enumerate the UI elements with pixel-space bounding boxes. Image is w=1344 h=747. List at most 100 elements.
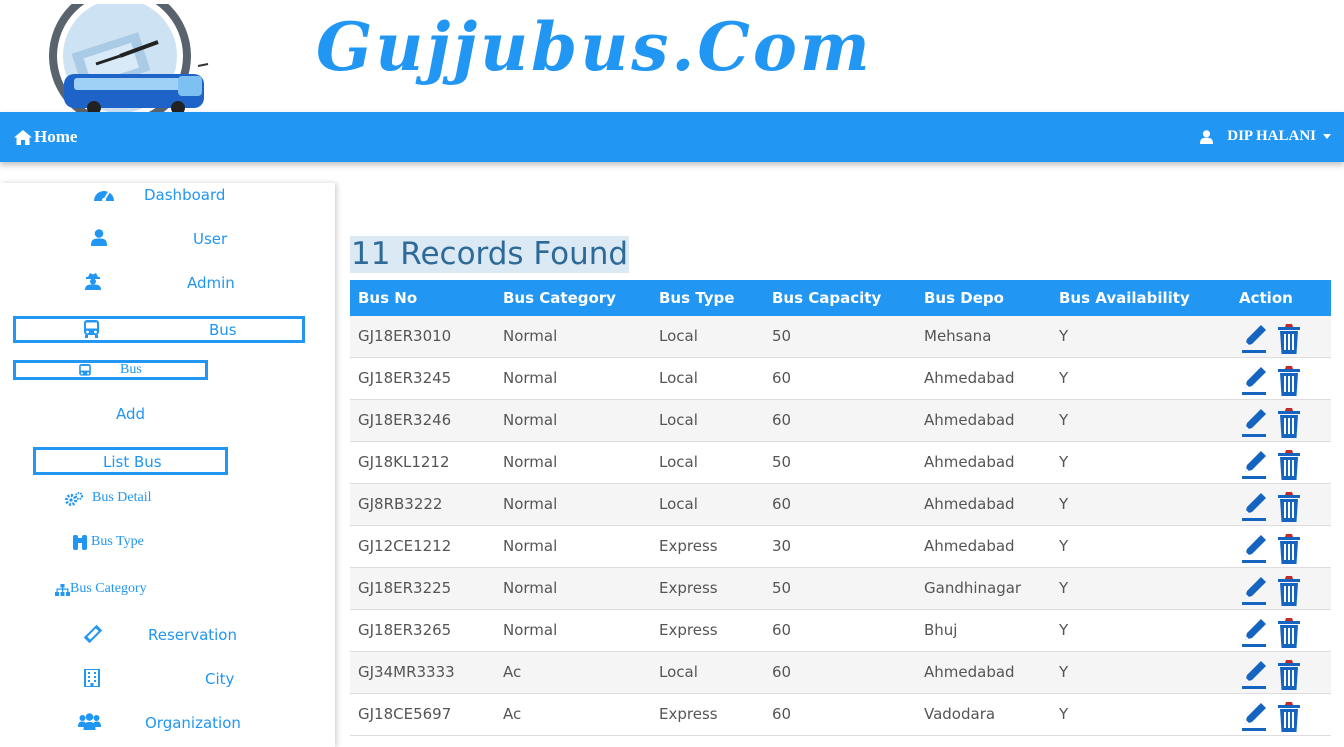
cell-bus-type: Express xyxy=(659,537,718,555)
cell-bus-category: Normal xyxy=(503,579,558,597)
table-row: GJ34MR3333 Ac Local 60 Ahmedabad Y xyxy=(350,652,1331,694)
edit-pencil-icon[interactable] xyxy=(1242,702,1268,732)
edit-pencil-icon[interactable] xyxy=(1242,618,1268,648)
ticket-icon xyxy=(83,625,103,643)
edit-pencil-icon[interactable] xyxy=(1242,408,1268,438)
delete-trash-icon[interactable] xyxy=(1277,618,1301,649)
delete-trash-icon[interactable] xyxy=(1277,324,1301,355)
sidebar-subitem-bus[interactable]: Bus xyxy=(13,360,208,380)
column-header: Bus Type xyxy=(659,289,735,307)
sidebar-item-bus-detail[interactable]: Bus Detail xyxy=(65,490,205,510)
delete-trash-icon[interactable] xyxy=(1277,450,1301,481)
cell-bus-category: Normal xyxy=(503,621,558,639)
edit-pencil-icon[interactable] xyxy=(1242,576,1268,606)
cell-bus-type: Local xyxy=(659,369,698,387)
cell-bus-no: GJ8RB3222 xyxy=(358,495,443,513)
sidebar-item-label: Organization xyxy=(145,714,241,732)
table-row: GJ18ER3225 Normal Express 50 Gandhinagar Y xyxy=(350,568,1331,610)
home-label: Home xyxy=(34,127,78,146)
table-row: GJ18ER3245 Normal Local 60 Ahmedabad Y xyxy=(350,358,1331,400)
cell-bus-depo: Gandhinagar xyxy=(924,579,1022,597)
table-row: GJ18ER3265 Normal Express 60 Bhuj Y xyxy=(350,610,1331,652)
cogs-icon xyxy=(65,492,83,506)
user-menu-dropdown[interactable]: DIP HALANI xyxy=(1200,128,1331,145)
sidebar-item-bus[interactable]: Bus xyxy=(13,316,305,343)
users-icon xyxy=(78,713,101,730)
row-actions xyxy=(1238,660,1304,690)
cell-bus-category: Normal xyxy=(503,537,558,555)
cell-bus-capacity: 60 xyxy=(772,369,792,387)
table-row: GJ18ER3246 Normal Local 60 Ahmedabad Y xyxy=(350,400,1331,442)
cell-bus-availability: Y xyxy=(1059,621,1069,639)
sidebar-item-label: Bus xyxy=(209,321,237,339)
column-header: Bus No xyxy=(358,289,418,307)
cell-bus-capacity: 60 xyxy=(772,705,792,723)
table-row: GJ18KL1212 Normal Local 50 Ahmedabad Y xyxy=(350,442,1331,484)
sidebar-item-reservation[interactable]: Reservation xyxy=(83,625,253,647)
sidebar-item-bus-category[interactable]: Bus Category xyxy=(55,581,205,601)
sidebar-item-city[interactable]: City xyxy=(84,669,244,691)
column-header: Bus Category xyxy=(503,289,616,307)
sidebar-item-label: Admin xyxy=(187,274,235,292)
sidebar-item-label: Bus Detail xyxy=(92,490,152,505)
site-brand-title: Gujjubus.Com xyxy=(316,8,873,86)
sidebar-item-user[interactable]: User xyxy=(91,229,251,251)
cell-bus-availability: Y xyxy=(1059,327,1069,345)
sidebar-item-label: Reservation xyxy=(148,626,237,644)
edit-pencil-icon[interactable] xyxy=(1242,324,1268,354)
delete-trash-icon[interactable] xyxy=(1277,576,1301,607)
records-found-heading: 11 Records Found xyxy=(350,236,630,273)
user-icon xyxy=(91,229,107,246)
sidebar-item-admin[interactable]: Admin xyxy=(85,273,255,295)
cell-bus-availability: Y xyxy=(1059,369,1069,387)
cell-bus-category: Normal xyxy=(503,369,558,387)
delete-trash-icon[interactable] xyxy=(1277,660,1301,691)
cell-bus-depo: Ahmedabad xyxy=(924,453,1015,471)
cell-bus-category: Normal xyxy=(503,453,558,471)
cell-bus-capacity: 50 xyxy=(772,453,792,471)
cell-bus-no: GJ18ER3246 xyxy=(358,411,452,429)
sitemap-icon xyxy=(55,584,70,596)
cell-bus-capacity: 60 xyxy=(772,495,792,513)
table-header: Bus No Bus Category Bus Type Bus Capacit… xyxy=(350,280,1331,316)
delete-trash-icon[interactable] xyxy=(1277,366,1301,397)
edit-pencil-icon[interactable] xyxy=(1242,534,1268,564)
cell-bus-category: Normal xyxy=(503,411,558,429)
cell-bus-availability: Y xyxy=(1059,663,1069,681)
bus-clock-logo xyxy=(38,0,213,127)
cell-bus-depo: Bhuj xyxy=(924,621,958,639)
bus-list-table: Bus No Bus Category Bus Type Bus Capacit… xyxy=(350,280,1331,736)
delete-trash-icon[interactable] xyxy=(1277,408,1301,439)
bus-icon xyxy=(79,364,91,376)
cell-bus-no: GJ18ER3225 xyxy=(358,579,452,597)
sidebar-item-add[interactable]: Add xyxy=(116,405,156,425)
cell-bus-category: Ac xyxy=(503,663,522,681)
cell-bus-type: Express xyxy=(659,705,718,723)
cell-bus-type: Local xyxy=(659,495,698,513)
sidebar-item-organization[interactable]: Organization xyxy=(78,713,258,735)
sidebar-item-list-bus[interactable]: List Bus xyxy=(33,447,228,475)
edit-pencil-icon[interactable] xyxy=(1242,492,1268,522)
edit-pencil-icon[interactable] xyxy=(1242,366,1268,396)
cell-bus-no: GJ34MR3333 xyxy=(358,663,455,681)
cell-bus-availability: Y xyxy=(1059,705,1069,723)
user-secret-icon xyxy=(85,273,101,290)
sidebar-item-dashboard[interactable]: Dashboard xyxy=(93,185,253,207)
cell-bus-availability: Y xyxy=(1059,495,1069,513)
home-link[interactable]: Home xyxy=(14,127,77,147)
cell-bus-depo: Ahmedabad xyxy=(924,495,1015,513)
delete-trash-icon[interactable] xyxy=(1277,492,1301,523)
delete-trash-icon[interactable] xyxy=(1277,702,1301,733)
caret-down-icon xyxy=(1323,134,1331,139)
edit-pencil-icon[interactable] xyxy=(1242,450,1268,480)
delete-trash-icon[interactable] xyxy=(1277,534,1301,565)
edit-pencil-icon[interactable] xyxy=(1242,660,1268,690)
cell-bus-no: GJ18ER3265 xyxy=(358,621,452,639)
sidebar-item-bus-type[interactable]: Bus Type xyxy=(72,534,192,554)
row-actions xyxy=(1238,408,1304,438)
cell-bus-capacity: 50 xyxy=(772,327,792,345)
cell-bus-depo: Vadodara xyxy=(924,705,996,723)
sidebar: Dashboard User Admin Bus Bus Add List Bu… xyxy=(0,183,335,747)
column-header: Action xyxy=(1239,289,1293,307)
cell-bus-type: Local xyxy=(659,411,698,429)
